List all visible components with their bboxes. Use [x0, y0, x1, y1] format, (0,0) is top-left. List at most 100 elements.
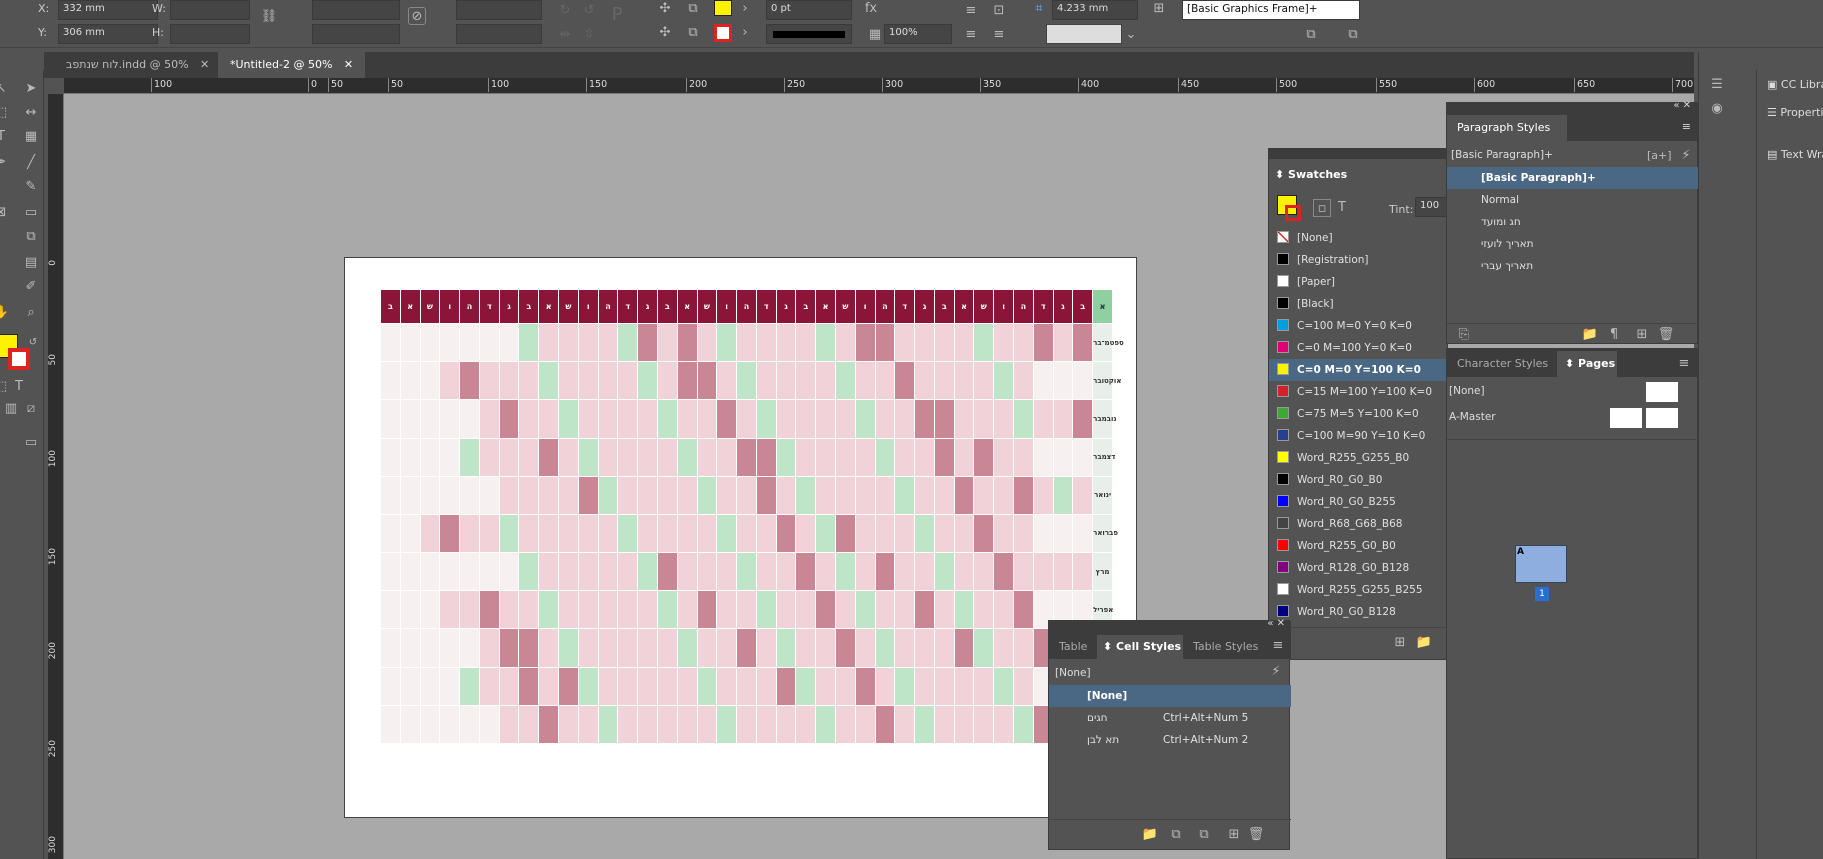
- calendar-day-cell[interactable]: [577, 628, 599, 668]
- calendar-day-cell[interactable]: [973, 437, 995, 477]
- calendar-day-cell[interactable]: [894, 399, 916, 439]
- calendar-day-cell[interactable]: [558, 666, 579, 706]
- calendar-day-cell[interactable]: [775, 322, 797, 363]
- calendar-day-cell[interactable]: [676, 666, 698, 706]
- calendar-day-cell[interactable]: [775, 666, 797, 706]
- calendar-day-cell[interactable]: [1052, 513, 1074, 554]
- calendar-day-cell[interactable]: [399, 513, 421, 554]
- flip-h-icon[interactable]: ⇹: [556, 26, 574, 44]
- calendar-day-cell[interactable]: [894, 590, 916, 630]
- apply-gradient-icon[interactable]: ▥: [2, 400, 20, 418]
- calendar-day-cell[interactable]: [676, 628, 698, 668]
- calendar-day-cell[interactable]: [399, 628, 421, 668]
- calendar-day-cell[interactable]: [518, 704, 540, 745]
- swatch-item[interactable]: C=100 M=90 Y=10 K=0: [1269, 425, 1449, 447]
- calendar-day-cell[interactable]: [914, 322, 935, 363]
- pen-tool-icon[interactable]: ✒: [0, 154, 10, 172]
- swatch-item[interactable]: C=100 M=0 Y=0 K=0: [1269, 315, 1449, 337]
- calendar-day-cell[interactable]: [538, 475, 560, 515]
- calendar-day-cell[interactable]: [953, 590, 975, 630]
- calendar-day-cell[interactable]: [419, 704, 441, 745]
- new-style-from-icon[interactable]: [a+]: [1647, 147, 1672, 165]
- calendar-day-cell[interactable]: [439, 666, 461, 706]
- calendar-day-cell[interactable]: [973, 590, 995, 630]
- calendar-day-cell[interactable]: [538, 361, 560, 401]
- cell-styles-close-icon[interactable]: « ✕: [1267, 618, 1285, 629]
- calendar-day-cell[interactable]: [617, 322, 639, 363]
- calendar-day-cell[interactable]: [993, 513, 1014, 554]
- delete-style-icon[interactable]: 🗑: [1657, 326, 1675, 344]
- object-style-dropdown[interactable]: [Basic Graphics Frame]+: [1182, 0, 1360, 20]
- calendar-day-cell[interactable]: [973, 322, 995, 363]
- calendar-day-cell[interactable]: [597, 704, 619, 745]
- rectangle-frame-icon[interactable]: ⊠: [0, 204, 10, 222]
- calendar-day-cell[interactable]: [577, 361, 599, 401]
- calendar-day-cell[interactable]: [795, 590, 817, 630]
- paragraph-style-item[interactable]: [Basic Paragraph]+: [1447, 167, 1699, 189]
- calendar-day-cell[interactable]: [1032, 322, 1054, 363]
- flip-v-icon[interactable]: ⇳: [580, 26, 598, 44]
- calendar-day-cell[interactable]: [914, 704, 935, 745]
- calendar-day-cell[interactable]: [716, 552, 738, 592]
- h-field[interactable]: [170, 24, 250, 44]
- select-content-icon[interactable]: ⧉: [684, 0, 702, 18]
- calendar-day-cell[interactable]: [518, 361, 540, 401]
- calendar-day-cell[interactable]: [478, 628, 500, 668]
- calendar-day-cell[interactable]: [736, 322, 757, 363]
- calendar-day-cell[interactable]: [993, 437, 1014, 477]
- pages-master-a[interactable]: A-Master: [1449, 411, 1496, 423]
- calendar-day-cell[interactable]: [439, 628, 461, 668]
- calendar-day-cell[interactable]: [874, 704, 896, 745]
- text-frame-icon[interactable]: P: [608, 6, 626, 24]
- calendar-day-cell[interactable]: [577, 666, 599, 706]
- calendar-day-cell[interactable]: [834, 361, 856, 401]
- calendar-day-cell[interactable]: [736, 513, 757, 554]
- calendar-day-cell[interactable]: [637, 704, 658, 745]
- calendar-day-cell[interactable]: [953, 552, 975, 592]
- calendar-day-cell[interactable]: [775, 437, 797, 477]
- calendar-day-cell[interactable]: [795, 361, 817, 401]
- cell-style-item[interactable]: תא לבן Ctrl+Alt+Num 2: [1049, 729, 1291, 751]
- calendar-day-cell[interactable]: [380, 399, 401, 439]
- calendar-day-cell[interactable]: [656, 590, 678, 630]
- calendar-day-cell[interactable]: [399, 552, 421, 592]
- swatch-item[interactable]: Word_R0_G0_B0: [1269, 469, 1449, 491]
- gap-tool-icon[interactable]: ↔: [22, 104, 40, 122]
- calendar-day-cell[interactable]: [736, 552, 757, 592]
- calendar-day-cell[interactable]: [1013, 590, 1034, 630]
- calendar-day-cell[interactable]: [795, 704, 817, 745]
- fx-icon[interactable]: fx: [862, 0, 880, 18]
- calendar-day-cell[interactable]: [795, 552, 817, 592]
- calendar-day-cell[interactable]: [755, 399, 777, 439]
- calendar-table[interactable]: ב א ש ו ה ד ג ב א ש ו ה ד ג ב א ש ו ה ד ג ב א ש ו ה ד ג ב א ש ו ה ד ג ב א ספט…: [380, 289, 1124, 745]
- calendar-day-cell[interactable]: [637, 399, 658, 439]
- calendar-day-cell[interactable]: [558, 704, 579, 745]
- calendar-day-cell[interactable]: [736, 590, 757, 630]
- prev-object-icon[interactable]: ✣: [656, 24, 674, 42]
- fit-content-icon[interactable]: ≡: [990, 26, 1008, 44]
- calendar-day-cell[interactable]: [399, 666, 421, 706]
- cell-break-link-icon[interactable]: ⧉: [1195, 826, 1213, 844]
- calendar-day-cell[interactable]: [736, 399, 757, 439]
- panel-menu-icon[interactable]: ≡: [1682, 120, 1691, 133]
- calendar-day-cell[interactable]: [518, 590, 540, 630]
- calendar-day-cell[interactable]: [1013, 361, 1034, 401]
- fill-swatch[interactable]: [714, 0, 732, 16]
- container-mode-icon[interactable]: ▫: [1313, 199, 1331, 217]
- master-a-left-thumb[interactable]: [1609, 407, 1643, 429]
- calendar-day-cell[interactable]: [834, 552, 856, 592]
- calendar-day-cell[interactable]: [676, 399, 698, 439]
- calendar-day-cell[interactable]: [637, 552, 658, 592]
- calendar-day-cell[interactable]: [973, 399, 995, 439]
- calendar-day-cell[interactable]: [993, 361, 1014, 401]
- calendar-day-cell[interactable]: [1072, 513, 1094, 554]
- swatch-item[interactable]: C=75 M=5 Y=100 K=0: [1269, 403, 1449, 425]
- calendar-day-cell[interactable]: [854, 666, 876, 706]
- tint-field[interactable]: 100: [1415, 197, 1449, 217]
- new-style-icon[interactable]: ⊞: [1633, 326, 1651, 344]
- calendar-day-cell[interactable]: [399, 437, 421, 477]
- calendar-day-cell[interactable]: [459, 399, 480, 439]
- calendar-day-cell[interactable]: [518, 628, 540, 668]
- calendar-day-cell[interactable]: [815, 552, 836, 592]
- calendar-day-cell[interactable]: [439, 437, 461, 477]
